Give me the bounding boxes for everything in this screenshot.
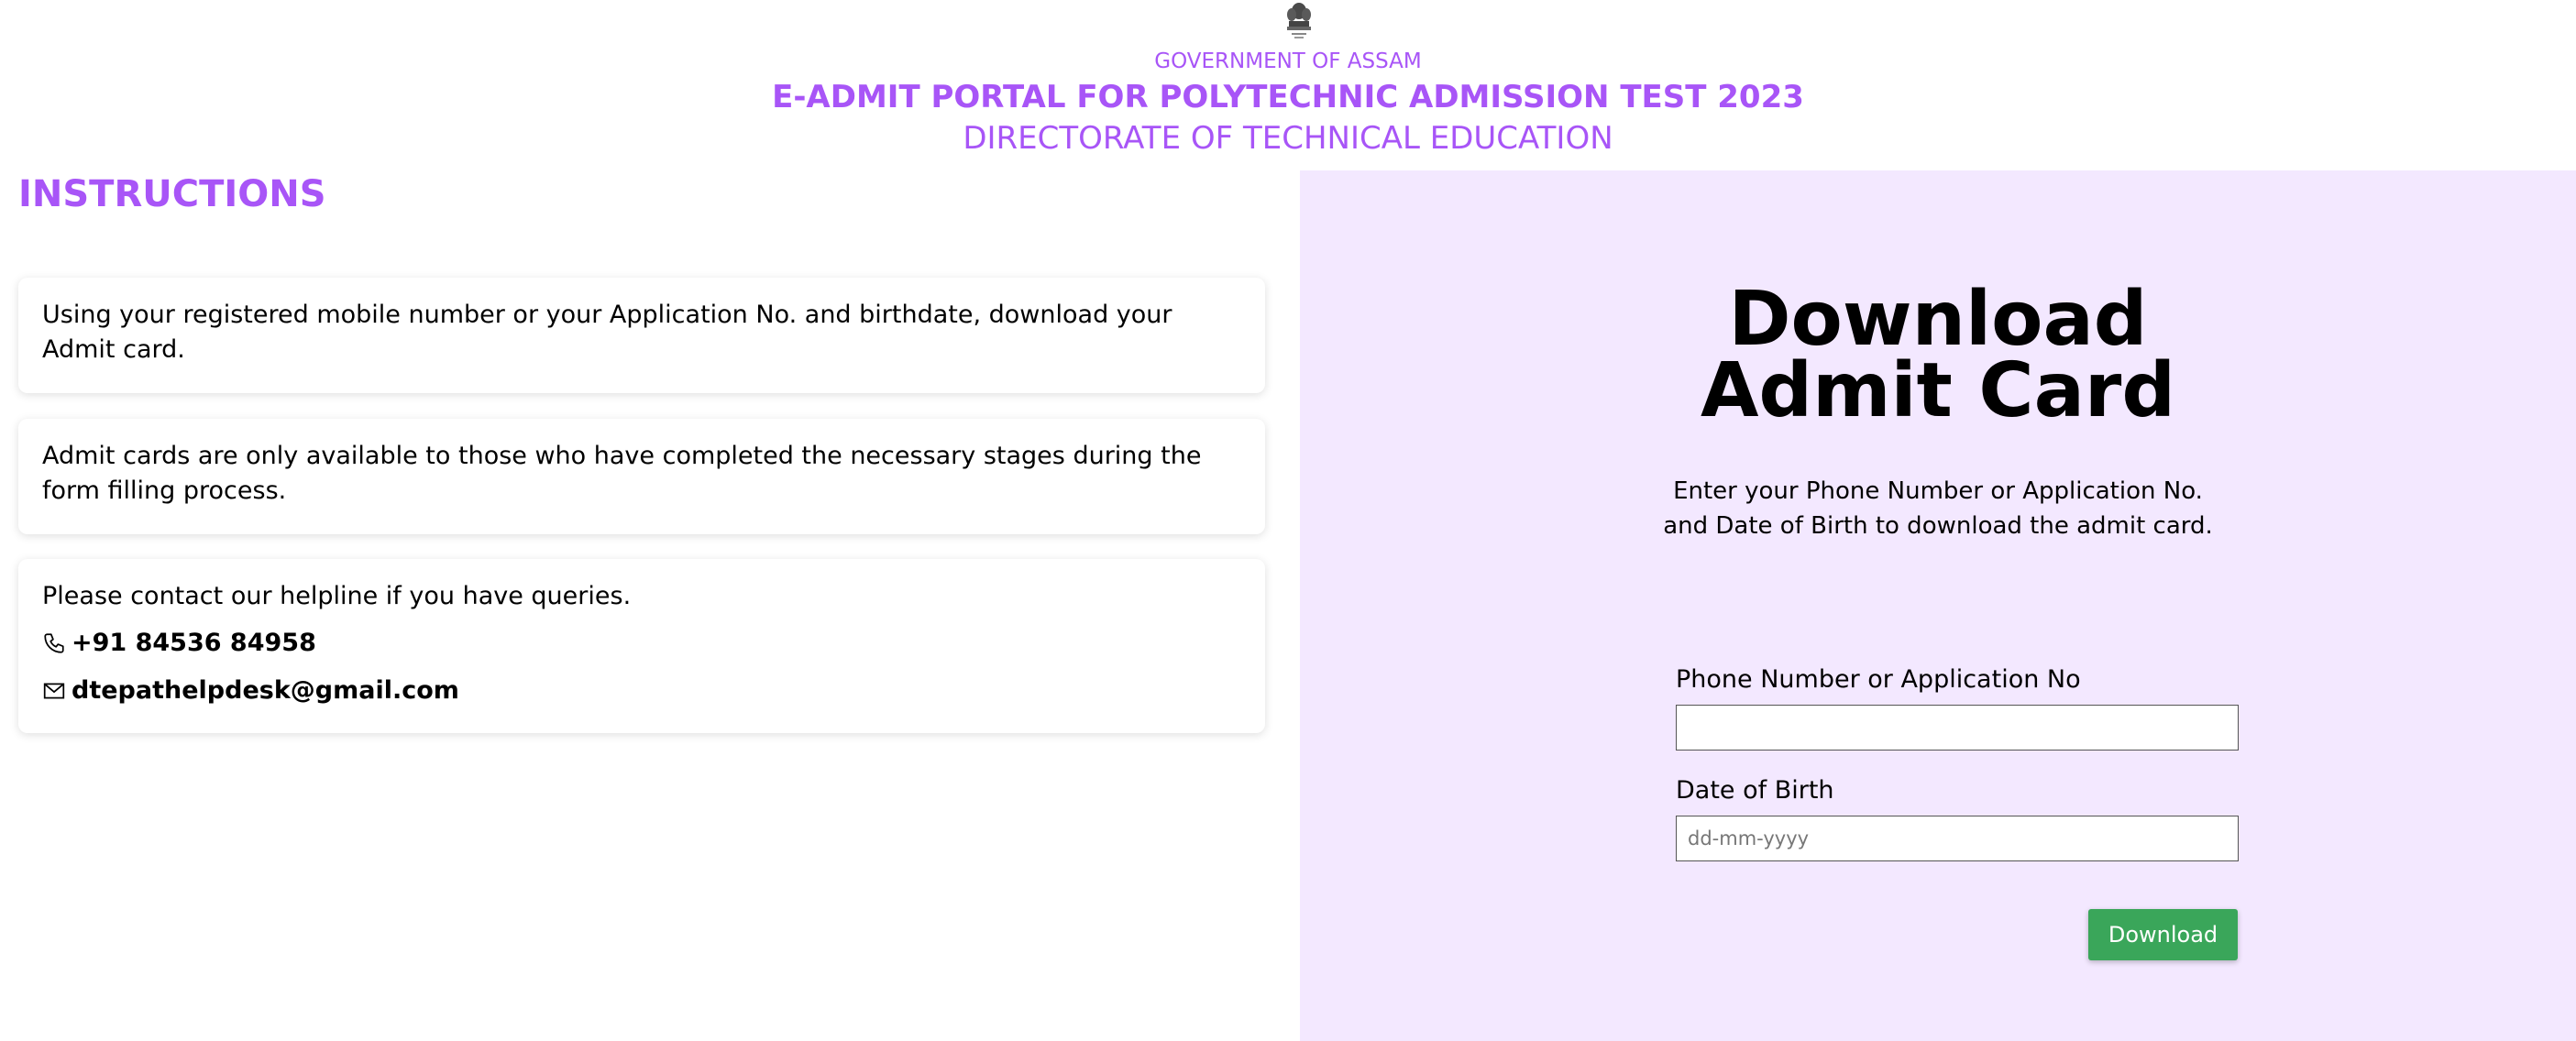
download-description: Enter your Phone Number or Application N… xyxy=(1300,474,2576,543)
national-emblem-icon xyxy=(1287,3,1311,38)
government-name: GOVERNMENT OF ASSAM xyxy=(1154,49,1422,73)
download-description-line: and Date of Birth to download the admit … xyxy=(1663,512,2213,540)
helpline-phone[interactable]: +91 84536 84958 xyxy=(42,625,1241,662)
page: GOVERNMENT OF ASSAM E-ADMIT PORTAL FOR P… xyxy=(0,0,2576,1041)
download-title-line: Admit Card xyxy=(1700,347,2176,434)
instruction-card: Using your registered mobile number or y… xyxy=(18,278,1265,393)
instructions-heading: INSTRUCTIONS xyxy=(18,173,326,215)
instruction-card: Admit cards are only available to those … xyxy=(18,419,1265,534)
helpline-email-address: dtepathelpdesk@gmail.com xyxy=(72,676,459,705)
directorate-name: DIRECTORATE OF TECHNICAL EDUCATION xyxy=(963,120,1613,157)
phone-icon xyxy=(44,633,64,653)
download-button[interactable]: Download xyxy=(2088,909,2238,960)
phone-field-label: Phone Number or Application No xyxy=(1676,665,2081,694)
instruction-text: Admit cards are only available to those … xyxy=(42,442,1202,505)
phone-or-application-input[interactable] xyxy=(1676,705,2239,751)
dob-field-label: Date of Birth xyxy=(1676,776,1834,805)
helpline-card: Please contact our helpline if you have … xyxy=(18,559,1265,733)
helpline-text: Please contact our helpline if you have … xyxy=(42,582,632,610)
helpline-email[interactable]: dtepathelpdesk@gmail.com xyxy=(42,673,1241,709)
portal-title: E-ADMIT PORTAL FOR POLYTECHNIC ADMISSION… xyxy=(772,79,1804,115)
download-title-line: Download xyxy=(1728,276,2148,363)
download-title: Download Admit Card xyxy=(1300,276,2576,434)
instruction-text: Using your registered mobile number or y… xyxy=(42,301,1172,364)
helpline-phone-number: +91 84536 84958 xyxy=(72,629,316,657)
date-of-birth-input[interactable] xyxy=(1676,816,2239,861)
mail-icon xyxy=(43,683,65,699)
download-panel: Download Admit Card Enter your Phone Num… xyxy=(1300,170,2576,1041)
download-description-line: Enter your Phone Number or Application N… xyxy=(1673,477,2203,505)
